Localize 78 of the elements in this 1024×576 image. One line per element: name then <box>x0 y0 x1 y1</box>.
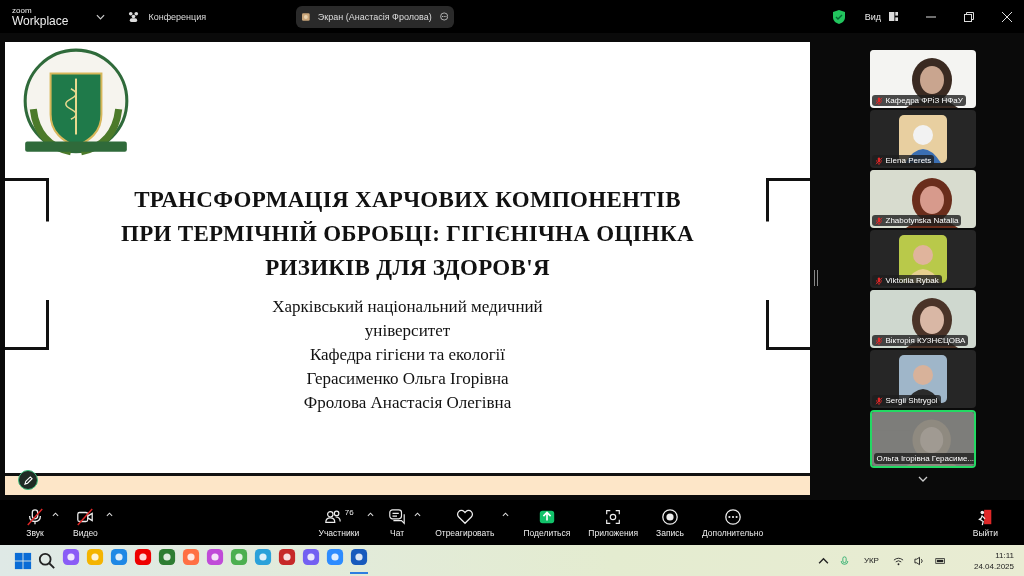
frame-bracket <box>766 178 810 222</box>
slide-text: університет <box>364 320 451 342</box>
camera-icon <box>76 507 95 526</box>
slide-text: Герасименко Ольга Ігорівна <box>306 368 509 390</box>
close-icon[interactable] <box>1002 11 1012 22</box>
participant-name: Zhabotynska Natalia <box>871 215 962 226</box>
app-icon[interactable] <box>278 547 296 566</box>
caret-up-icon[interactable] <box>414 511 422 517</box>
app-icon[interactable] <box>326 547 344 566</box>
participant-tile[interactable]: Sergii Shtrygol <box>869 350 976 408</box>
participant-name: Viktoriia Rybak <box>871 275 942 286</box>
slide-title: ТРАНСФОРМАЦІЯ ХАРЧОВИХ КОМПОНЕНТІВ ПРИ ТЕРМІЧНІЙ ОБРОБЦІ: ГІГІЄНІЧНА ОЦІНКА РИЗИКІВ ДЛЯ ЗДОРОВ'Я <box>120 186 695 282</box>
participant-tile[interactable]: Zhabotynska Natalia <box>869 170 976 228</box>
chevron-down-icon[interactable] <box>917 476 928 482</box>
heart-icon <box>455 507 474 526</box>
more-icon <box>723 507 742 526</box>
more-button[interactable]: Дополнительно <box>697 505 768 540</box>
annotate-button[interactable] <box>18 470 38 490</box>
shield-check-icon[interactable] <box>832 9 845 24</box>
video-button[interactable]: Видео <box>69 505 102 540</box>
chat-button[interactable]: Чат <box>384 505 411 540</box>
microphone-icon <box>26 507 44 526</box>
meeting-label: Конференция <box>148 11 207 22</box>
frame-bracket <box>5 178 49 222</box>
participant-name: Ольга Ігорівна Герасиме... <box>873 453 974 464</box>
share-indicator[interactable]: Экран (Анастасія Фролова) <box>296 5 455 28</box>
search-icon[interactable] <box>38 551 56 570</box>
windows-start-icon[interactable] <box>14 551 32 570</box>
frame-bracket <box>766 300 810 350</box>
caret-up-icon[interactable] <box>105 511 113 517</box>
share-button[interactable]: Поделиться <box>519 505 575 540</box>
participant-tile[interactable]: Ольга Ігорівна Герасиме... <box>869 410 976 468</box>
caret-up-icon[interactable] <box>502 511 510 517</box>
restore-icon[interactable] <box>964 11 974 22</box>
view-button[interactable]: Вид <box>864 11 881 22</box>
record-button[interactable]: Запись <box>652 505 688 540</box>
app-icon[interactable] <box>158 547 176 566</box>
participants-button[interactable]: 76 Участники <box>314 505 364 540</box>
participant-tile[interactable]: Viktoriia Rybak <box>869 230 976 288</box>
people-icon <box>127 11 141 22</box>
slide-text: Харківський національний медичний <box>272 296 543 318</box>
clock[interactable]: 11:11 24.04.2025 <box>973 549 1014 572</box>
speaker-icon[interactable] <box>913 555 925 566</box>
app-icon[interactable] <box>62 547 80 566</box>
apps-icon <box>604 507 623 526</box>
slide-text: Кафедра гігієни та екології <box>309 344 506 366</box>
chat-icon <box>388 507 407 526</box>
participant-name: Elena Perets <box>871 155 935 166</box>
participant-tile[interactable]: Elena Perets <box>869 110 976 168</box>
app-logo: zoom Workplace <box>12 6 69 27</box>
more-icon[interactable] <box>439 10 449 23</box>
participant-tile[interactable]: Кафедра ФРіЗ НФаУ <box>869 50 976 108</box>
caret-up-icon[interactable] <box>52 511 59 517</box>
app-icon[interactable] <box>302 547 320 566</box>
wifi-icon[interactable] <box>892 555 904 566</box>
participant-name: Sergii Shtrygol <box>871 395 941 406</box>
splitter-handle[interactable] <box>814 270 818 286</box>
caret-up-icon[interactable] <box>817 555 829 566</box>
participant-name: Вікторія КУЗНЄЦОВА <box>871 335 969 346</box>
record-icon <box>661 507 679 526</box>
react-button[interactable]: Отреагировать <box>431 505 499 540</box>
leave-button[interactable]: Выйти <box>968 505 1002 540</box>
app-icon[interactable] <box>206 547 224 566</box>
layout-icon[interactable] <box>889 12 898 21</box>
app-icon[interactable] <box>110 547 128 566</box>
caret-up-icon[interactable] <box>367 511 375 517</box>
app-icon[interactable] <box>350 547 368 566</box>
apps-button[interactable]: Приложения <box>584 505 643 540</box>
participant-name: Кафедра ФРіЗ НФаУ <box>871 95 966 106</box>
participant-tile[interactable]: Вікторія КУЗНЄЦОВА <box>869 290 976 348</box>
frame-bracket <box>5 300 49 350</box>
pencil-icon <box>23 475 33 485</box>
battery-icon[interactable] <box>934 555 946 566</box>
app-icon[interactable] <box>134 547 152 566</box>
slide-text: Фролова Анастасія Олегівна <box>303 392 512 414</box>
language-indicator[interactable]: УКР <box>863 556 879 565</box>
chevron-down-icon[interactable] <box>96 13 106 20</box>
mic-button[interactable]: Звук <box>22 505 48 540</box>
